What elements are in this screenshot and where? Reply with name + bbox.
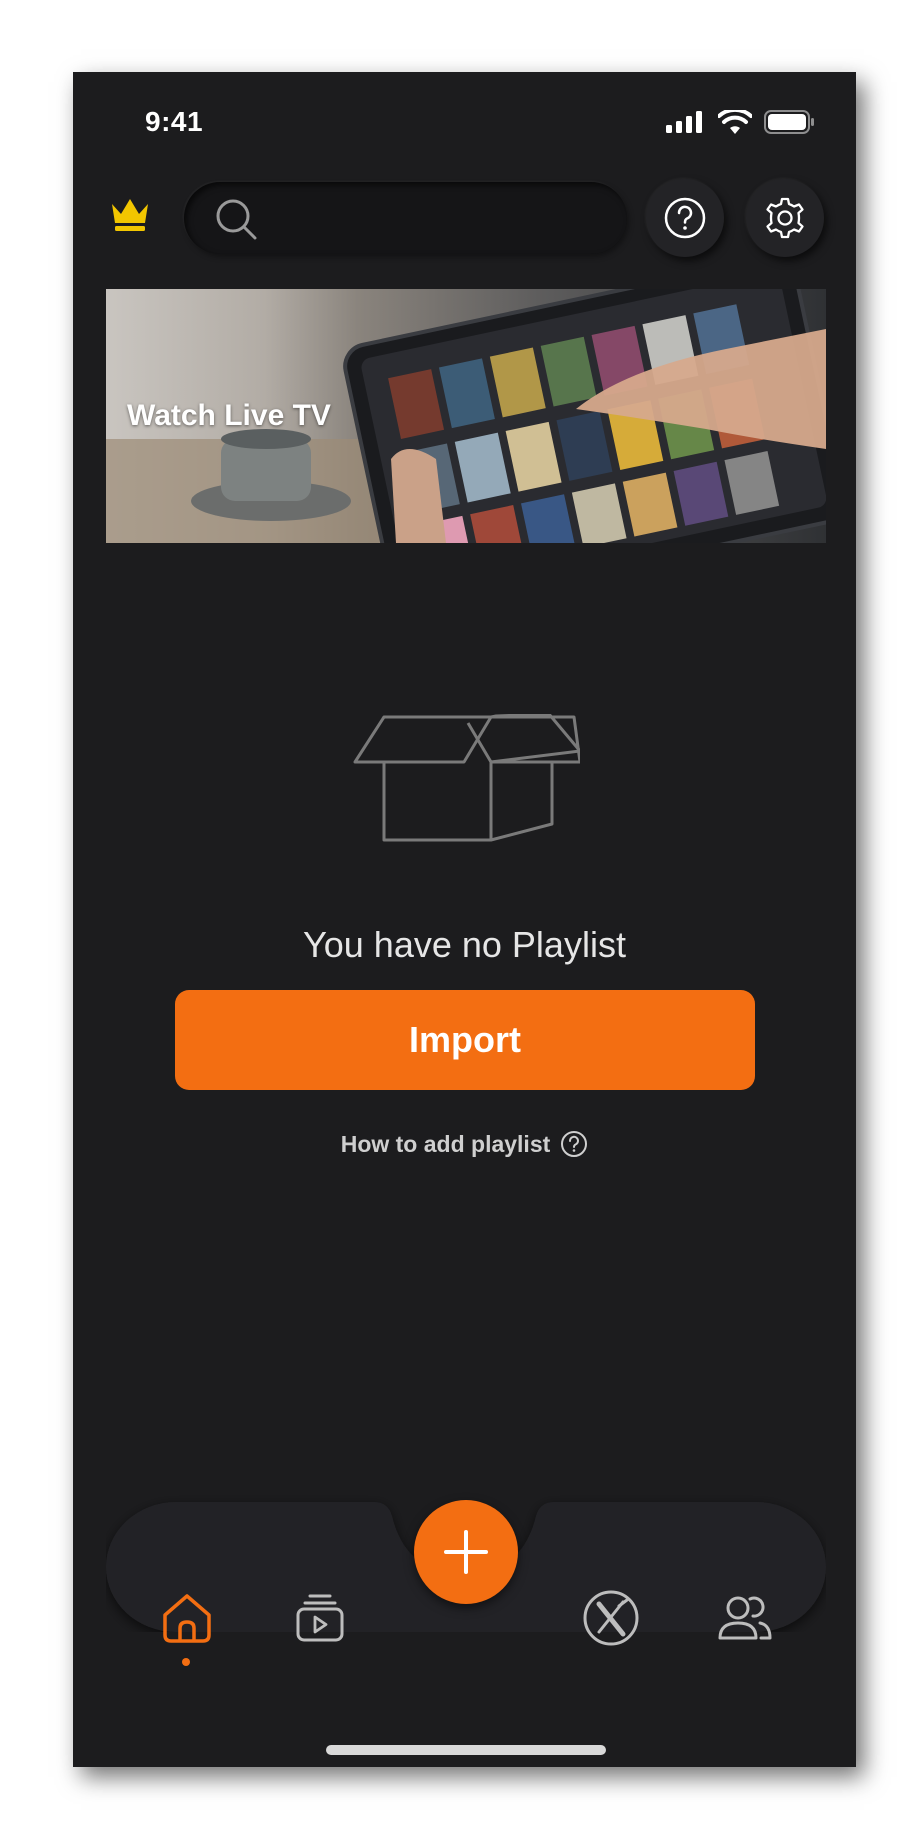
tab-home[interactable] [157,1588,217,1648]
import-button[interactable]: Import [175,990,755,1090]
wifi-icon [718,110,752,134]
help-icon [664,197,706,239]
settings-button[interactable] [746,179,824,257]
status-icons [666,110,816,134]
gear-icon [766,197,804,239]
tab-media-library[interactable] [290,1588,350,1648]
signal-icon [666,111,702,133]
search-input[interactable] [264,182,608,256]
plus-icon [444,1530,488,1574]
live-tv-banner[interactable]: Watch Live TV [106,289,826,543]
add-button[interactable] [414,1500,518,1604]
empty-state-message: You have no Playlist [303,924,626,965]
home-icon [163,1594,211,1643]
active-tab-indicator [182,1658,190,1666]
banner-title: Watch Live TV [127,399,331,432]
users-icon [718,1596,772,1640]
tab-users[interactable] [715,1588,775,1648]
home-indicator [326,1745,606,1755]
help-button[interactable] [646,179,724,257]
battery-icon [764,110,814,134]
how-to-add-playlist-label: How to add playlist [340,1130,551,1157]
app-screen: 9:41 Watch Live TV You have no Playlist … [73,72,856,1767]
empty-box-icon [352,712,582,850]
status-time: 9:41 [145,106,204,137]
how-to-add-playlist-link[interactable]: How to add playlist [73,1130,856,1158]
x-circle-icon [583,1590,639,1646]
premium-crown-icon[interactable] [109,196,151,236]
help-small-icon [561,1131,588,1157]
tab-x[interactable] [581,1588,641,1648]
media-library-icon [296,1594,344,1642]
search-bar[interactable] [184,182,627,256]
search-icon [214,197,260,247]
